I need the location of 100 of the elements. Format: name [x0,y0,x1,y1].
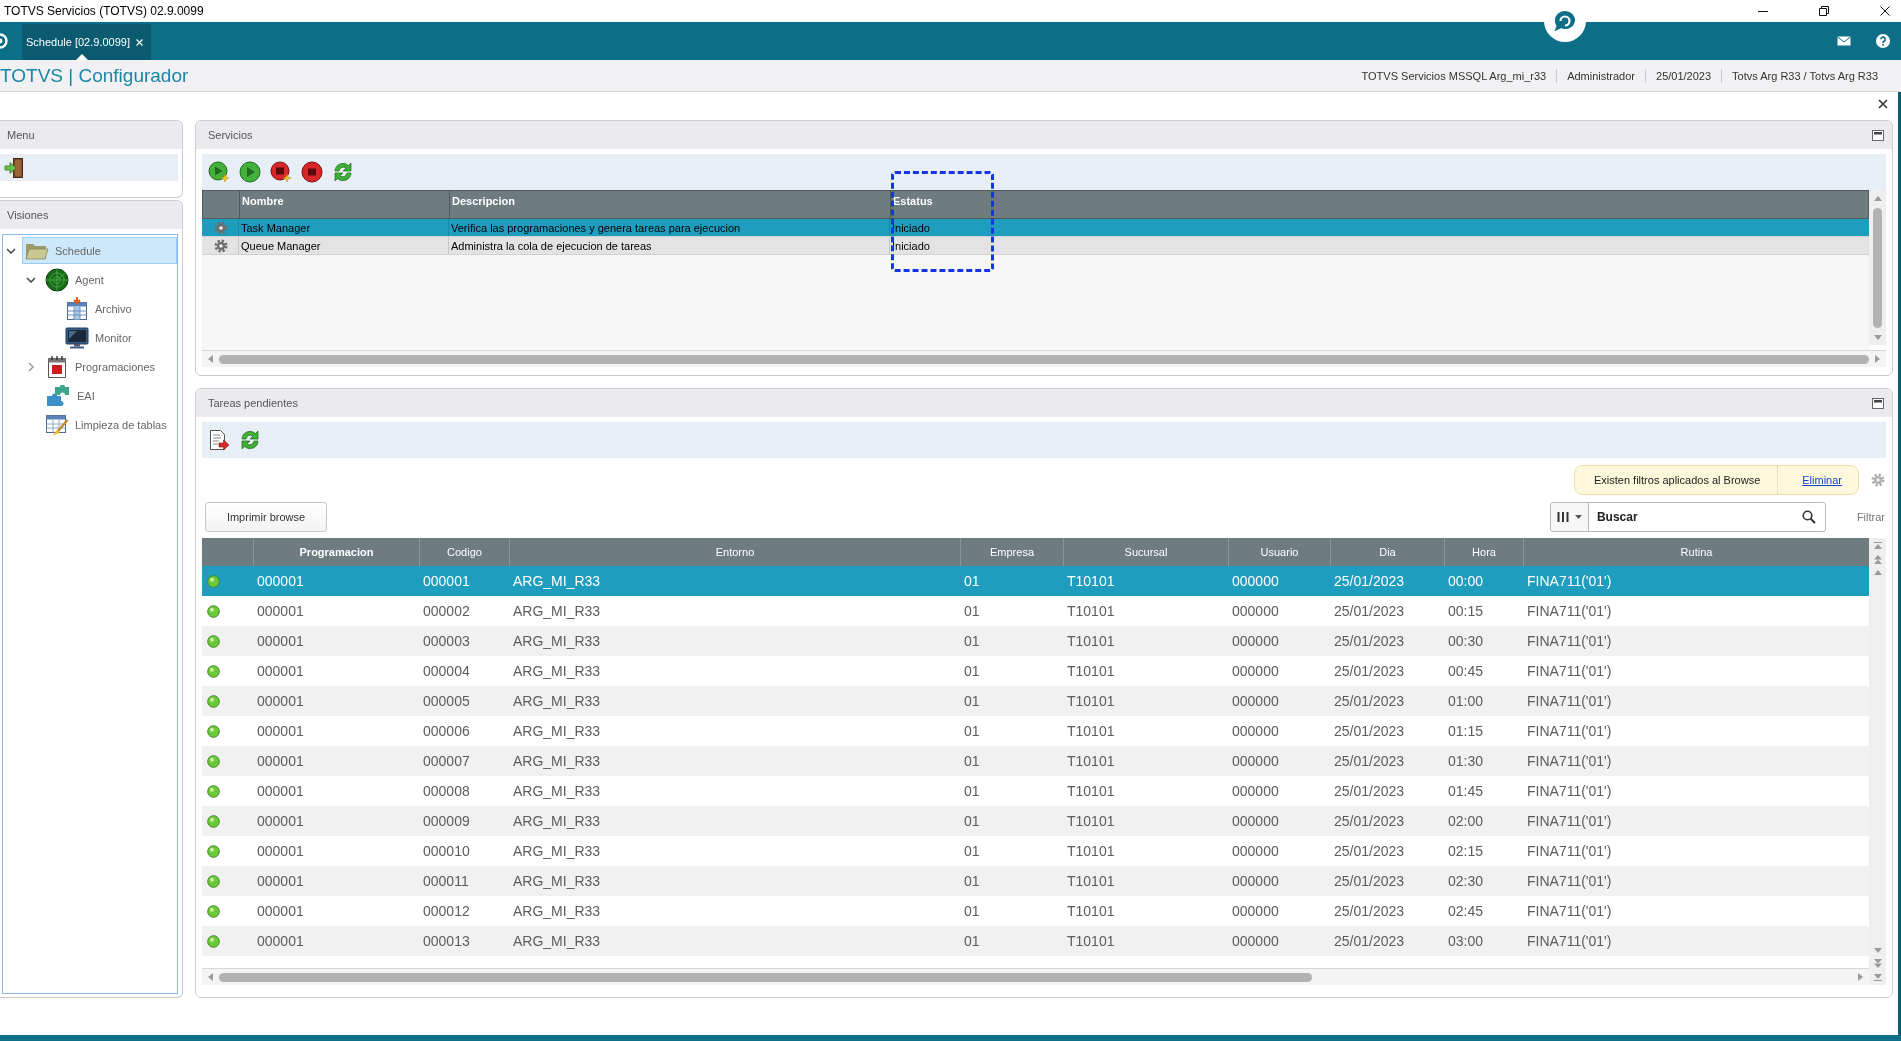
table-cell-text: 000001 [256,572,305,591]
table-cell-text: ARG_MI_R33 [512,782,602,801]
table-row[interactable]: 000001 000005 ARG_MI_R33 01 T10101 000000 25/01/2023 01:00 FINA711('01') [202,686,1869,716]
table-cell-text: 000000 [1231,932,1280,951]
column-header[interactable]: Descripcion [449,191,890,218]
table-cell-text: 01 [963,902,981,921]
tree-item[interactable]: Monitor [62,324,177,351]
table-cell-text: 01 [963,692,981,711]
print-browse-button[interactable]: Imprimir browse [205,502,327,532]
minimize-icon[interactable] [1872,129,1884,141]
column-header[interactable]: Estatus [890,191,1868,218]
table-row[interactable]: 000001 000001 ARG_MI_R33 01 T10101 000000 25/01/2023 00:00 FINA711('01') [202,566,1869,596]
door-arrow-icon[interactable] [4,156,24,179]
table-cell-text: 000005 [422,692,471,711]
tree-item[interactable]: Programaciones [42,353,177,380]
logo-icon[interactable] [0,32,9,50]
status-dot-icon [207,574,220,588]
table-cell-text: 01:30 [1447,752,1485,771]
close-icon[interactable] [1880,6,1890,16]
scroll-top-icon[interactable] [1873,542,1882,549]
tree-item[interactable]: Archivo [62,295,177,322]
status-dot-icon [207,844,220,858]
close-icon[interactable] [1878,99,1888,109]
table-row[interactable]: 000001 000003 ARG_MI_R33 01 T10101 000000 25/01/2023 00:30 FINA711('01') [202,626,1869,656]
table-cell-text: T10101 [1066,872,1116,891]
table-cell-text: 000001 [422,572,471,591]
table-cell-text: ARG_MI_R33 [512,902,602,921]
scroll-right-icon[interactable] [1875,355,1880,363]
table-row[interactable]: 000001 000009 ARG_MI_R33 01 T10101 000000 25/01/2023 02:00 FINA711('01') [202,806,1869,836]
scrollbar-thumb[interactable] [219,972,1312,982]
chevron-down-icon[interactable] [6,247,16,254]
vertical-scrollbar[interactable] [1869,538,1886,985]
column-selector-button[interactable] [1550,503,1589,531]
scroll-down-icon[interactable] [1873,948,1882,953]
table-cell-text: 000001 [256,932,305,951]
table-cell-text: 01 [963,722,981,741]
chevron-down-icon[interactable] [26,276,36,283]
scroll-down-icon[interactable] [1873,335,1882,340]
table-cell-text: 01 [963,872,981,891]
table-cell-text: 000013 [422,932,471,951]
horizontal-scrollbar[interactable] [202,350,1886,367]
tree-item[interactable]: Limpieza de tablas [42,411,177,438]
table-cell-text: 000000 [1231,902,1280,921]
table-cell-text: 000000 [1231,692,1280,711]
search-icon[interactable] [1801,510,1816,524]
puzzle-icon [45,384,71,407]
table-cell-text: 25/01/2023 [1333,812,1406,831]
stop-icon[interactable] [301,161,323,183]
table-cell-text: 01:15 [1447,722,1485,741]
stop-sparkle-icon[interactable] [270,161,292,183]
scroll-left-icon[interactable] [208,973,213,981]
tree-item[interactable]: EAI [42,382,177,409]
filter-notice-text: Existen filtros aplicados al Browse [1592,474,1762,486]
page-up-icon[interactable] [1873,555,1882,564]
table-cell-text: 000000 [1231,572,1280,591]
table-cell: Queue Manager [238,237,448,254]
table-row[interactable]: Task Manager Verifica las programaciones y genera tareas para ejecucion Iniciado [202,219,1869,237]
table-cell-text: 000012 [422,902,471,921]
scrollbar-thumb[interactable] [219,354,1869,364]
table-cell-text: 02:15 [1447,842,1485,861]
table-row[interactable]: 000001 000007 ARG_MI_R33 01 T10101 000000 25/01/2023 01:30 FINA711('01') [202,746,1869,776]
table-row[interactable]: 000001 000011 ARG_MI_R33 01 T10101 000000 25/01/2023 02:30 FINA711('01') [202,866,1869,896]
scroll-bottom-icon[interactable] [1873,974,1882,981]
page-down-icon[interactable] [1873,959,1882,968]
tree-item[interactable]: Agent [42,266,177,293]
table-cell-text: 000000 [1231,602,1280,621]
horizontal-scrollbar[interactable] [202,968,1869,985]
scroll-up-icon[interactable] [1873,196,1882,201]
scroll-up-icon[interactable] [1873,570,1882,575]
tab[interactable]: Schedule [02.9.0099] [22,24,151,60]
table-cell-text: 000001 [256,812,305,831]
minimize-icon[interactable] [1872,397,1884,409]
header-info-text: 25/01/2023 [1645,68,1722,83]
table-row[interactable]: 000001 000013 ARG_MI_R33 01 T10101 000000 25/01/2023 03:00 FINA711('01') [202,926,1869,956]
settings-icon[interactable] [1871,473,1885,487]
filter-link[interactable]: Filtrar [1856,511,1885,523]
gear-icon [214,238,228,253]
mail-icon[interactable] [1837,36,1851,46]
vertical-scrollbar[interactable] [1869,190,1886,345]
calendar-icon [45,354,69,379]
table-cell-text: 00:45 [1447,662,1485,681]
play-sparkle-icon[interactable] [208,161,230,183]
table-cell-text: 000003 [422,632,471,651]
scrollbar-thumb[interactable] [1873,208,1882,328]
scroll-right-icon[interactable] [1858,973,1863,981]
column-header[interactable]: Nombre [239,191,449,218]
remove-filter-link[interactable]: Eliminar [1777,466,1858,494]
refresh-icon[interactable] [332,161,354,183]
table-cell-text: FINA711('01') [1526,872,1613,891]
refresh-icon[interactable] [239,429,261,451]
table-cell-text: 01 [963,662,981,681]
document-arrow-icon[interactable] [208,429,230,451]
help-icon[interactable] [1876,34,1890,48]
table-row[interactable]: Queue Manager Administra la cola de ejecucion de tareas Iniciado [202,237,1869,255]
restore-icon[interactable] [1819,6,1829,16]
table-cell-text: T10101 [1066,602,1116,621]
chevron-right-icon[interactable] [28,361,34,372]
scroll-left-icon[interactable] [208,355,213,363]
play-icon[interactable] [239,161,261,183]
tree-item[interactable]: Schedule [22,237,177,264]
